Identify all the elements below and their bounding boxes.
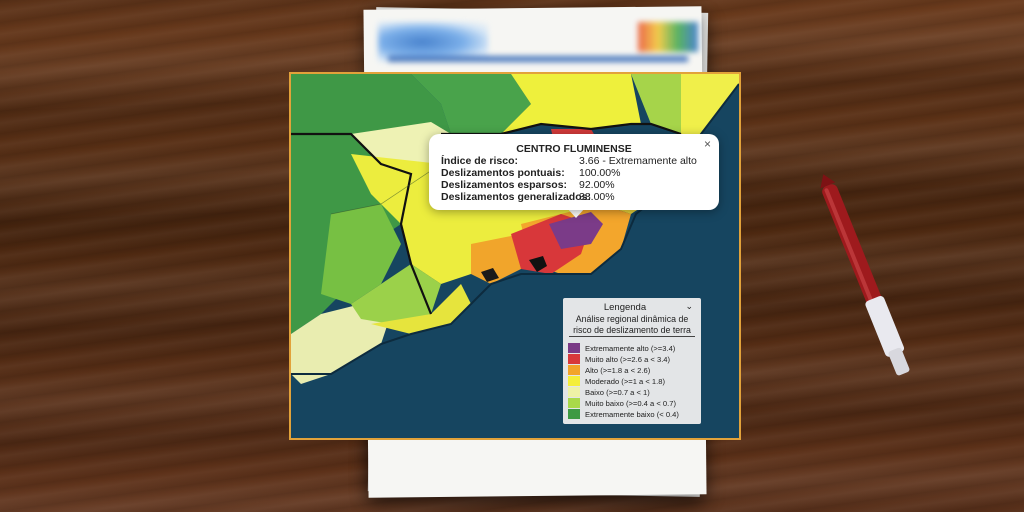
legend-swatch — [568, 409, 580, 419]
legend-item-label: Extremamente alto (>=3.4) — [585, 344, 676, 353]
legend-swatch — [568, 398, 580, 408]
legend-divider — [569, 336, 695, 337]
popup-row-value: 92.00% — [579, 179, 615, 191]
popup-row-value: 3.66 - Extremamente alto — [579, 155, 697, 167]
legend-item-label: Muito baixo (>=0.4 a < 0.7) — [585, 399, 676, 408]
legend-item-label: Moderado (>=1 a < 1.8) — [585, 377, 665, 386]
popup-title: CENTRO FLUMINENSE — [516, 143, 632, 155]
legend-subtitle-line: risco de deslizamento de terra — [573, 325, 691, 335]
legend-swatch — [568, 365, 580, 375]
popup-row-label: Índice de risco: — [441, 155, 519, 167]
popup-row-label: Deslizamentos generalizados: — [441, 191, 591, 203]
legend-title: Lengenda — [603, 302, 647, 313]
popup-row-label: Deslizamentos esparsos: — [441, 179, 568, 191]
map-legend: Lengenda ⌄ Análise regional dinâmica de … — [563, 298, 701, 424]
legend-swatch — [568, 376, 580, 386]
legend-item-label: Alto (>=1.8 a < 2.6) — [585, 366, 651, 375]
legend-swatch — [568, 387, 580, 397]
legend-swatch — [568, 354, 580, 364]
popup-row-label: Deslizamentos pontuais: — [441, 167, 565, 179]
legend-item-label: Baixo (>=0.7 a < 1) — [585, 388, 650, 397]
map-screenshot-frame: × CENTRO FLUMINENSE Índice de risco: 3.6… — [289, 72, 741, 440]
legend-item-label: Extremamente baixo (< 0.4) — [585, 410, 679, 419]
popup-row-value: 100.00% — [579, 167, 621, 179]
chevron-down-icon[interactable]: ⌄ — [685, 301, 693, 312]
legend-subtitle-line: Análise regional dinâmica de — [575, 314, 689, 324]
legend-swatch — [568, 343, 580, 353]
popup-row-value: 38.00% — [579, 191, 615, 203]
legend-subtitle: Análise regional dinâmica de risco de de… — [567, 314, 697, 336]
legend-item-label: Muito alto (>=2.6 a < 3.4) — [585, 355, 671, 364]
region-info-popup: × CENTRO FLUMINENSE Índice de risco: 3.6… — [429, 134, 719, 210]
